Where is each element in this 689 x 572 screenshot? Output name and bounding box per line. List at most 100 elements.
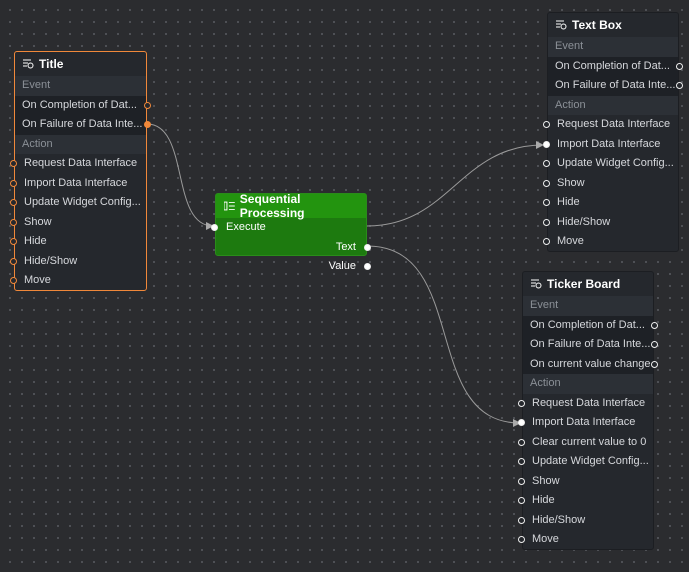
action-port[interactable] <box>543 199 550 206</box>
action-port[interactable] <box>543 218 550 226</box>
action-label: Show <box>532 474 560 487</box>
port-label: Execute <box>226 221 266 233</box>
widget-icon <box>23 59 34 69</box>
action-row: Hide/Show <box>10 252 146 272</box>
edge-title-to-seq <box>146 123 214 230</box>
action-port[interactable] <box>518 419 525 426</box>
edge-seq-text-to-textbox <box>366 141 544 227</box>
event-port[interactable] <box>676 82 683 89</box>
node-title: Sequential Processing <box>239 192 305 220</box>
action-port[interactable] <box>543 179 550 187</box>
action-label: Hide <box>557 196 580 208</box>
action-row: Hide <box>10 232 146 252</box>
output-text: Text <box>216 238 371 258</box>
action-port[interactable] <box>518 477 525 485</box>
action-port[interactable] <box>543 140 550 148</box>
title-node[interactable]: Title Event On Completion of Dat... On Fail… <box>10 51 151 291</box>
action-port[interactable] <box>10 277 17 284</box>
event-port[interactable] <box>651 360 658 368</box>
action-port[interactable] <box>543 238 550 245</box>
action-row: Hide/Show <box>518 511 653 531</box>
action-section-label: Action <box>523 374 653 394</box>
action-label: Move <box>557 235 584 247</box>
port-label: Value <box>328 260 356 272</box>
action-port[interactable] <box>518 497 525 504</box>
edge-seq-value-to-ticker <box>366 245 521 427</box>
action-row: Move <box>543 232 678 252</box>
action-row: Show <box>518 472 653 492</box>
event-row: On Completion of Dat... <box>15 95 151 115</box>
action-label: Request Data Interface <box>557 118 671 130</box>
action-port[interactable] <box>10 218 17 226</box>
input-port[interactable] <box>211 224 218 231</box>
event-port[interactable] <box>651 321 658 329</box>
event-row: On Completion of Dat... <box>548 56 683 76</box>
action-row: Show <box>543 174 678 194</box>
event-section-label: Event <box>15 76 146 96</box>
action-label: Clear current value to 0 <box>532 435 647 448</box>
action-label: Hide/Show <box>24 254 78 267</box>
widget-icon <box>556 20 567 30</box>
action-port[interactable] <box>518 399 525 407</box>
event-port[interactable] <box>144 101 151 109</box>
event-section-label: Event <box>523 296 653 316</box>
action-row: Update Widget Config... <box>10 193 146 213</box>
node-title: Text Box <box>572 18 622 32</box>
event-label: On Failure of Data Inte... <box>555 79 676 91</box>
action-label: Update Widget Config... <box>557 157 674 169</box>
action-port[interactable] <box>518 536 525 543</box>
action-label: Request Data Interface <box>24 157 138 169</box>
output-value: Value <box>216 257 371 277</box>
event-port[interactable] <box>144 121 151 128</box>
action-port[interactable] <box>10 179 17 187</box>
event-port[interactable] <box>676 62 683 70</box>
action-port[interactable] <box>518 516 525 524</box>
action-label: Update Widget Config... <box>532 455 649 467</box>
action-row: Request Data Interface <box>518 394 653 414</box>
action-row: Hide/Show <box>543 213 678 233</box>
action-port[interactable] <box>543 121 550 128</box>
event-row: On Failure of Data Inte... <box>15 115 151 135</box>
node-title: Title <box>39 57 64 71</box>
action-port[interactable] <box>10 238 17 245</box>
action-label: Hide <box>24 235 47 247</box>
action-row: Show <box>10 213 146 233</box>
event-row: On current value change <box>523 354 658 374</box>
action-port[interactable] <box>10 257 17 265</box>
action-port[interactable] <box>518 438 525 446</box>
event-row: On Failure of Data Inte... <box>523 335 658 355</box>
action-label: Request Data Interface <box>532 396 646 409</box>
node-header[interactable]: Title <box>15 52 146 76</box>
widget-icon <box>531 279 542 289</box>
event-row: On Completion of Dat... <box>523 315 658 335</box>
action-row: Move <box>518 530 653 550</box>
action-row: Hide <box>543 193 678 213</box>
node-header[interactable]: Ticker Board <box>523 272 653 296</box>
output-port[interactable] <box>364 243 371 251</box>
node-header[interactable]: Sequential Processing <box>216 192 366 220</box>
event-label: On Completion of Dat... <box>22 98 137 111</box>
action-label: Move <box>532 533 559 545</box>
action-row: Clear current value to 0 <box>518 433 653 453</box>
action-port[interactable] <box>10 199 17 206</box>
action-port[interactable] <box>518 458 525 465</box>
output-port[interactable] <box>364 263 371 270</box>
action-row: Move <box>10 271 146 291</box>
sequential-processing-node[interactable]: Sequential Processing Execute Text Value <box>211 192 371 272</box>
input-execute: Execute <box>211 218 366 238</box>
action-label: Move <box>24 274 51 286</box>
action-section-label: Action <box>548 95 678 115</box>
text-box-node[interactable]: Text Box Event On Completion of Dat... On F… <box>543 12 683 252</box>
node-title: Ticker Board <box>547 277 621 291</box>
action-label: Show <box>24 215 52 228</box>
action-port[interactable] <box>543 160 550 167</box>
action-label: Hide <box>532 494 555 506</box>
node-header[interactable]: Text Box <box>548 13 678 37</box>
event-row: On Failure of Data Inte... <box>548 76 683 96</box>
action-row: Request Data Interface <box>543 115 678 135</box>
action-label: Update Widget Config... <box>24 196 141 208</box>
ticker-board-node[interactable]: Ticker Board Event On Completion of Dat...… <box>518 271 658 550</box>
action-port[interactable] <box>10 160 17 167</box>
event-port[interactable] <box>651 341 658 348</box>
action-label: Import Data Interface <box>532 416 636 428</box>
